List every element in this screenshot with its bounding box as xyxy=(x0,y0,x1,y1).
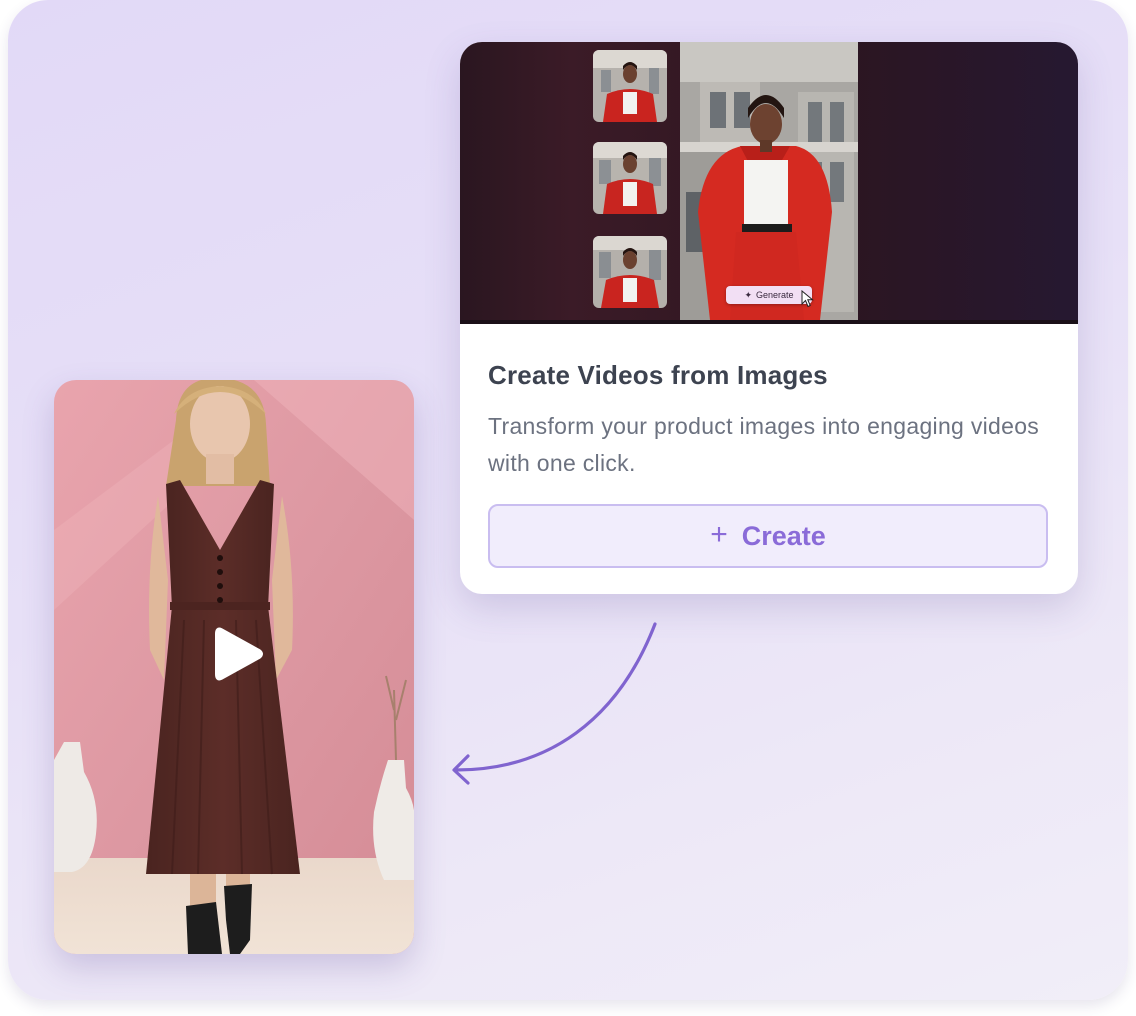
promo-canvas: ✦ Generate Create Videos from Images Tra… xyxy=(8,0,1128,1000)
play-icon[interactable] xyxy=(213,626,265,682)
video-preview[interactable] xyxy=(54,380,414,954)
